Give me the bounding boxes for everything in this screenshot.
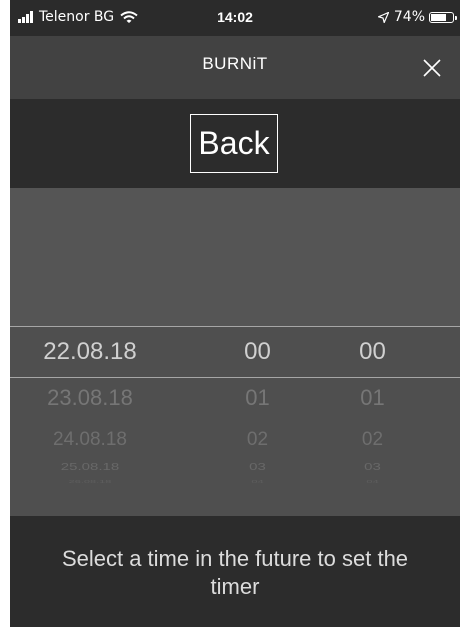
date-time-picker[interactable]: 22.08.18 00 00 23.08.18 01 01 24.08.18 0… (10, 326, 460, 516)
back-bar: Back (10, 99, 460, 188)
picker-top-divider (10, 326, 460, 327)
picker-date[interactable]: 24.08.18 (30, 429, 150, 451)
picker-hour[interactable]: 03 (210, 461, 305, 473)
close-icon[interactable] (418, 54, 446, 82)
picker-minute[interactable]: 01 (325, 385, 420, 411)
location-arrow-icon (377, 11, 389, 23)
picker-hour[interactable]: 00 (210, 338, 305, 366)
picker-hour[interactable]: 01 (210, 385, 305, 411)
battery-icon (429, 11, 457, 23)
picker-hour[interactable]: 04 (210, 479, 305, 484)
picker-minute[interactable]: 03 (325, 461, 420, 473)
picker-date[interactable]: 26.08.18 (30, 479, 150, 484)
footer: Select a time in the future to set the t… (10, 516, 460, 627)
timer-instruction: Select a time in the future to set the t… (61, 546, 409, 599)
picker-date[interactable]: 25.08.18 (30, 461, 150, 473)
picker-minute[interactable]: 00 (325, 338, 420, 366)
picker-hour[interactable]: 02 (210, 429, 305, 451)
battery-percent: 74% (393, 9, 425, 25)
app-title: BURNiT (202, 54, 268, 73)
picker-minute[interactable]: 04 (325, 479, 420, 484)
picker-selection-divider (10, 377, 460, 378)
status-bar: Telenor BG 14:02 74% (10, 0, 460, 36)
app-screen: Telenor BG 14:02 74% BURNiT Back 22.08.1… (10, 0, 460, 627)
picker-date[interactable]: 23.08.18 (30, 385, 150, 411)
picker-minute[interactable]: 02 (325, 429, 420, 451)
back-button[interactable]: Back (190, 114, 278, 173)
status-right: 74% (377, 9, 457, 25)
content-area (10, 188, 460, 326)
nav-bar: BURNiT (10, 36, 460, 99)
picker-date[interactable]: 22.08.18 (30, 338, 150, 366)
